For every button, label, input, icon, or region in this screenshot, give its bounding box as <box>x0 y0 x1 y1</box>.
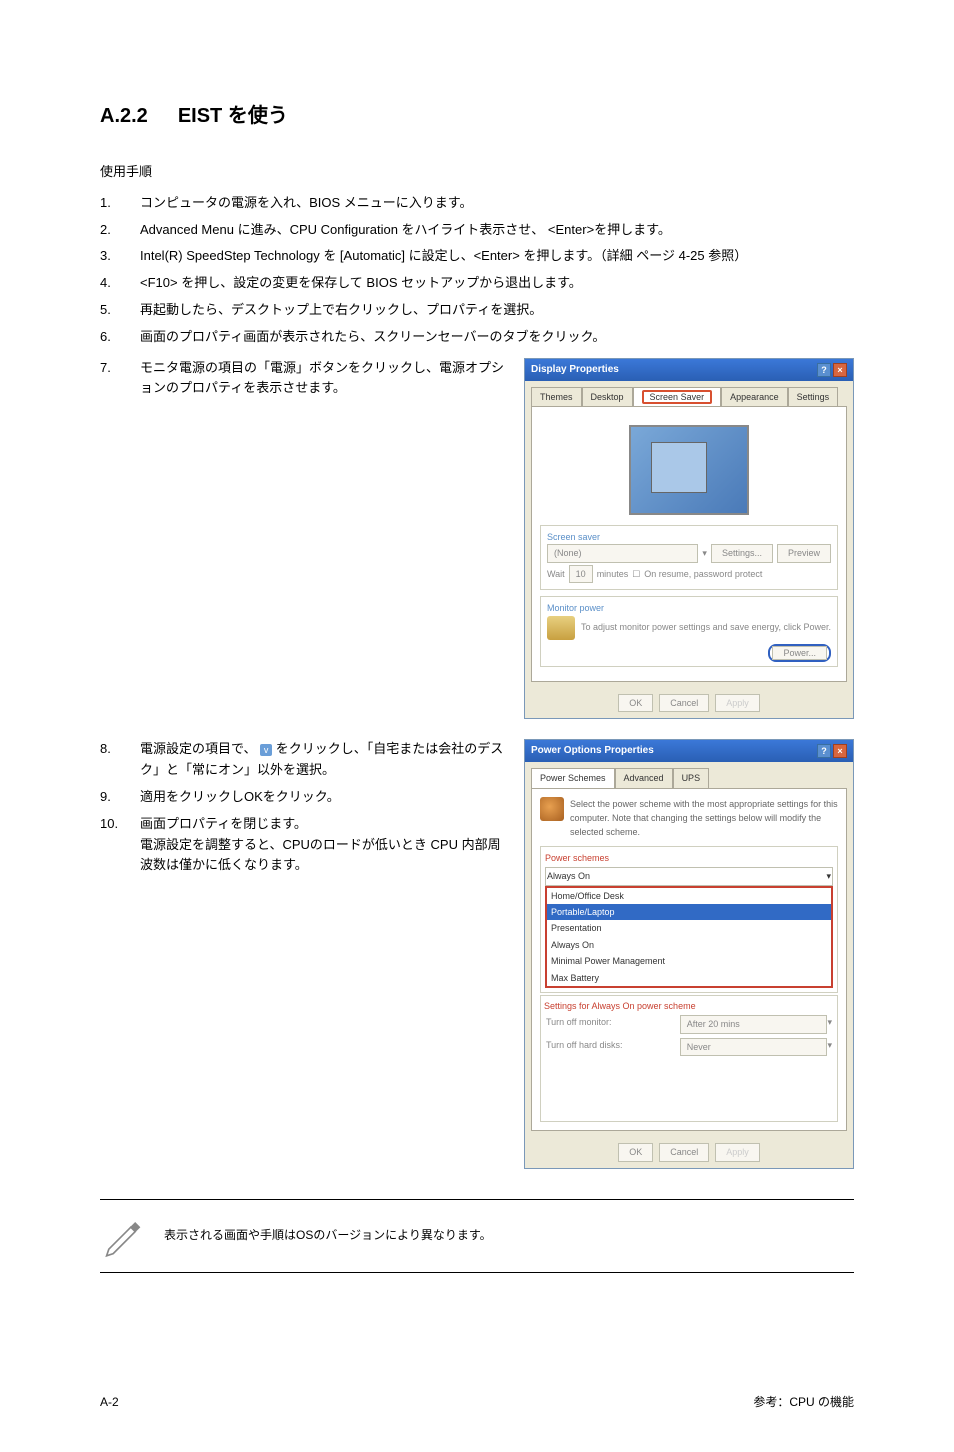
close-icon[interactable]: × <box>833 744 847 758</box>
step-item: 1.コンピュータの電源を入れ、BIOS メニューに入ります。 <box>100 193 854 214</box>
monitor-preview-icon <box>629 425 749 515</box>
screensaver-legend: Screen saver <box>547 530 831 544</box>
subheading: 使用手順 <box>100 162 854 183</box>
wait-label: Wait <box>547 567 565 581</box>
settings-legend: Settings for Always On power scheme <box>544 999 834 1013</box>
preview-button[interactable]: Preview <box>777 544 831 562</box>
footer-label: 参考：CPU の機能 <box>753 1393 854 1412</box>
step-list-1b: 7.モニタ電源の項目の「電源」ボタンをクリックし、電源オプションのプロパティを表… <box>100 358 509 400</box>
chevron-down-icon[interactable]: ▾ <box>826 869 831 883</box>
extra-paragraph: 電源設定を調整すると、CPUのロードが低いとき CPU 内部周波数は僅かに低くな… <box>140 837 501 873</box>
energy-star-icon <box>547 616 575 640</box>
tab-power-schemes[interactable]: Power Schemes <box>531 768 615 787</box>
tab-advanced[interactable]: Advanced <box>615 768 673 787</box>
minutes-label: minutes <box>597 567 629 581</box>
chevron-down-icon: v <box>260 744 272 756</box>
dropdown-item[interactable]: Max Battery <box>547 970 831 986</box>
step-item: 2.Advanced Menu に進み、CPU Configuration をハ… <box>100 220 854 241</box>
power-options-dialog: Power Options Properties ? × Power Schem… <box>524 739 854 1168</box>
display-properties-dialog: Display Properties ? × Themes Desktop Sc… <box>524 358 854 720</box>
scheme-description: Select the power scheme with the most ap… <box>570 797 838 840</box>
dialog-buttons: OK Cancel Apply <box>525 1137 853 1167</box>
chevron-down-icon[interactable]: ▾ <box>827 1038 832 1056</box>
titlebar: Display Properties ? × <box>525 359 853 381</box>
step-item: 4.<F10> を押し、設定の変更を保存して BIOS セットアップから退出しま… <box>100 273 854 294</box>
power-schemes-group: Power schemes Always On▾ Home/Office Des… <box>540 846 838 993</box>
cancel-button[interactable]: Cancel <box>659 1143 709 1161</box>
power-button-highlight: Power... <box>768 644 831 662</box>
step-item: 5.再起動したら、デスクトップ上で右クリックし、プロパティを選択。 <box>100 300 854 321</box>
step-list-2: 8. 電源設定の項目で、 v をクリックし、「自宅または会社のデスク」と「常にオ… <box>100 739 509 876</box>
tab-settings[interactable]: Settings <box>788 387 839 406</box>
wait-spinner[interactable]: 10 <box>569 565 593 583</box>
dropdown-item[interactable]: Portable/Laptop <box>547 904 831 920</box>
section-heading: A.2.2 EIST を使う <box>100 100 854 132</box>
scheme-select[interactable]: Always On▾ <box>545 867 833 885</box>
tab-ups[interactable]: UPS <box>673 768 710 787</box>
page-number: A-2 <box>100 1393 119 1412</box>
power-schemes-legend: Power schemes <box>545 851 833 865</box>
dialog-buttons: OK Cancel Apply <box>525 688 853 718</box>
dropdown-item[interactable]: Minimal Power Management <box>547 953 831 969</box>
apply-button[interactable]: Apply <box>715 1143 760 1161</box>
close-icon[interactable]: × <box>833 363 847 377</box>
ok-button[interactable]: OK <box>618 1143 653 1161</box>
note-text: 表示される画面や手順はOSのバージョンにより異なります。 <box>164 1226 492 1245</box>
apply-button[interactable]: Apply <box>715 694 760 712</box>
dropdown-item[interactable]: Presentation <box>547 920 831 936</box>
dialog-title: Power Options Properties <box>531 743 654 759</box>
scheme-dropdown-list: Home/Office Desk Portable/Laptop Present… <box>545 886 833 988</box>
chevron-down-icon[interactable]: ▾ <box>702 546 707 560</box>
screensaver-group: Screen saver (None) ▾ Settings... Previe… <box>540 525 838 590</box>
tab-desktop[interactable]: Desktop <box>582 387 633 406</box>
settings-button[interactable]: Settings... <box>711 544 773 562</box>
tab-panel: Screen saver (None) ▾ Settings... Previe… <box>531 406 847 682</box>
pencil-note-icon <box>100 1214 144 1258</box>
dropdown-item[interactable]: Always On <box>547 937 831 953</box>
power-button[interactable]: Power... <box>772 646 827 660</box>
monitor-power-group: Monitor power To adjust monitor power se… <box>540 596 838 667</box>
tab-appearance[interactable]: Appearance <box>721 387 788 406</box>
turn-off-disks-select[interactable]: Never <box>680 1038 828 1056</box>
monitor-power-text: To adjust monitor power settings and sav… <box>581 620 831 634</box>
step-item: 7.モニタ電源の項目の「電源」ボタンをクリックし、電源オプションのプロパティを表… <box>100 358 509 400</box>
turn-off-monitor-label: Turn off monitor: <box>546 1015 680 1033</box>
tabs: Themes Desktop Screen Saver Appearance S… <box>525 381 853 406</box>
step-item: 3.Intel(R) SpeedStep Technology を [Autom… <box>100 246 854 267</box>
cancel-button[interactable]: Cancel <box>659 694 709 712</box>
tab-themes[interactable]: Themes <box>531 387 582 406</box>
turn-off-disks-label: Turn off hard disks: <box>546 1038 680 1056</box>
chevron-down-icon[interactable]: ▾ <box>827 1015 832 1033</box>
step-item: 8. 電源設定の項目で、 v をクリックし、「自宅または会社のデスク」と「常にオ… <box>100 739 509 781</box>
help-icon[interactable]: ? <box>817 363 831 377</box>
page-footer: A-2 参考：CPU の機能 <box>100 1393 854 1412</box>
titlebar: Power Options Properties ? × <box>525 740 853 762</box>
tab-screensaver[interactable]: Screen Saver <box>633 387 722 406</box>
battery-plug-icon <box>540 797 564 821</box>
help-icon[interactable]: ? <box>817 744 831 758</box>
monitor-power-legend: Monitor power <box>547 601 831 615</box>
tab-panel: Select the power scheme with the most ap… <box>531 788 847 1131</box>
step-item: 6.画面のプロパティ画面が表示されたら、スクリーンセーバーのタブをクリック。 <box>100 327 854 348</box>
dialog-title: Display Properties <box>531 362 619 378</box>
note-callout: 表示される画面や手順はOSのバージョンにより異なります。 <box>100 1199 854 1273</box>
screensaver-select[interactable]: (None) <box>547 544 698 562</box>
resume-checkbox[interactable]: ☐ <box>632 567 640 581</box>
ok-button[interactable]: OK <box>618 694 653 712</box>
step-item: 9.適用をクリックしOKをクリック。 <box>100 787 509 808</box>
dropdown-item[interactable]: Home/Office Desk <box>547 888 831 904</box>
tabs: Power Schemes Advanced UPS <box>525 762 853 787</box>
section-title-text: EIST を使う <box>178 105 288 127</box>
step-list-1: 1.コンピュータの電源を入れ、BIOS メニューに入ります。 2.Advance… <box>100 193 854 348</box>
resume-label: On resume, password protect <box>644 567 762 581</box>
scheme-settings-group: Settings for Always On power scheme Turn… <box>540 995 838 1122</box>
section-number: A.2.2 <box>100 105 148 127</box>
turn-off-monitor-select[interactable]: After 20 mins <box>680 1015 828 1033</box>
step-item: 10. 画面プロパティを閉じます。 電源設定を調整すると、CPUのロードが低いと… <box>100 814 509 876</box>
